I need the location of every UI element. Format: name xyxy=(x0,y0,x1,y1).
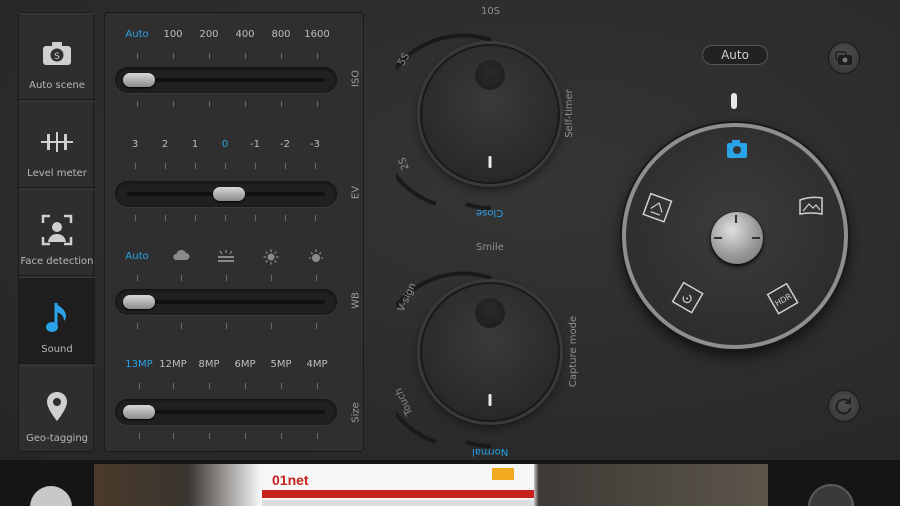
level-meter-icon xyxy=(37,122,77,162)
self-timer-option-10s[interactable]: 10S xyxy=(481,6,500,17)
hdr-icon[interactable]: HDR xyxy=(765,280,803,318)
iso-option[interactable]: 800 xyxy=(271,29,290,40)
iso-option[interactable]: 1600 xyxy=(304,29,329,40)
settings-sidebar: S Auto scene Level meter Face detection … xyxy=(18,12,95,452)
iso-slider-handle[interactable] xyxy=(123,73,155,87)
mode-dial[interactable]: HDR xyxy=(622,123,848,349)
iso-setting: Auto 100 200 400 800 1600 ISO xyxy=(105,13,365,123)
ev-option[interactable]: -2 xyxy=(280,139,290,150)
sidebar-item-geo-tagging[interactable]: Geo-tagging xyxy=(19,365,95,452)
iso-ticks xyxy=(117,53,329,63)
size-slider[interactable] xyxy=(115,399,337,425)
music-note-icon xyxy=(37,298,77,338)
sidebar-item-auto-scene[interactable]: S Auto scene xyxy=(19,13,95,100)
size-options: 13MP 12MP 8MP 6MP 5MP 4MP xyxy=(117,359,329,375)
switch-camera-icon xyxy=(835,51,852,65)
camera-settings-screen: S Auto scene Level meter Face detection … xyxy=(0,0,900,460)
sidebar-item-label: Auto scene xyxy=(29,80,85,91)
iso-option[interactable]: 400 xyxy=(235,29,254,40)
portrait-icon[interactable] xyxy=(640,191,676,227)
switch-camera-button[interactable] xyxy=(828,42,860,74)
ev-option[interactable]: -1 xyxy=(250,139,260,150)
ev-slider[interactable] xyxy=(115,181,337,207)
size-option[interactable]: 13MP xyxy=(125,359,152,370)
self-timer-option-close[interactable]: Close xyxy=(476,207,503,218)
sidebar-item-label: Sound xyxy=(41,344,73,355)
incandescent-icon[interactable] xyxy=(308,249,324,268)
sidebar-item-sound[interactable]: Sound xyxy=(19,277,95,364)
size-option[interactable]: 6MP xyxy=(234,359,255,370)
size-slider-handle[interactable] xyxy=(123,405,155,419)
wb-options: Auto xyxy=(117,249,329,268)
iso-slider[interactable] xyxy=(115,67,337,93)
wb-setting: Auto WB xyxy=(105,235,365,345)
camera-scene-icon: S xyxy=(37,34,77,74)
face-detection-icon xyxy=(37,210,77,250)
ev-slider-handle[interactable] xyxy=(213,187,245,201)
capture-mode-option-smile[interactable]: Smile xyxy=(476,242,504,253)
capture-mode-option-normal[interactable]: Normal xyxy=(472,446,508,457)
ev-options: 3 2 1 0 -1 -2 -3 xyxy=(117,139,329,155)
sidebar-item-level-meter[interactable]: Level meter xyxy=(19,101,95,188)
auto-mode-button[interactable]: Auto xyxy=(702,45,768,65)
sun-icon[interactable] xyxy=(263,249,279,268)
size-label: Size xyxy=(350,402,362,423)
ev-setting: 3 2 1 0 -1 -2 -3 EV xyxy=(105,123,365,233)
iso-options: Auto 100 200 400 800 1600 xyxy=(117,29,329,45)
size-option[interactable]: 4MP xyxy=(306,359,327,370)
sidebar-item-label: Geo-tagging xyxy=(25,433,89,444)
wb-slider[interactable] xyxy=(115,289,337,315)
capture-mode-dial[interactable] xyxy=(420,282,560,422)
iso-option[interactable]: 100 xyxy=(163,29,182,40)
self-timer-label: Self-timer xyxy=(563,89,575,138)
settings-panel: Auto 100 200 400 800 1600 ISO 3 2 1 0 -1… xyxy=(104,12,364,452)
size-option[interactable]: 8MP xyxy=(198,359,219,370)
mode-indicator xyxy=(731,93,737,109)
iso-option[interactable]: 200 xyxy=(199,29,218,40)
reset-icon xyxy=(835,398,852,415)
cloud-icon[interactable] xyxy=(172,249,190,264)
wb-label: WB xyxy=(350,292,362,309)
preview-site-logo: 01net xyxy=(272,472,309,488)
sidebar-item-face-detection[interactable]: Face detection xyxy=(19,189,95,276)
sidebar-item-label: Face detection xyxy=(20,256,94,267)
size-option[interactable]: 12MP xyxy=(159,359,186,370)
fluorescent-icon[interactable] xyxy=(217,249,235,266)
timelapse-icon[interactable] xyxy=(669,280,707,318)
size-setting: 13MP 12MP 8MP 6MP 5MP 4MP Size xyxy=(105,343,365,453)
wb-slider-handle[interactable] xyxy=(123,295,155,309)
size-option[interactable]: 5MP xyxy=(270,359,291,370)
capture-mode-label: Capture mode xyxy=(568,315,580,388)
hdr-text: HDR xyxy=(773,291,793,308)
reset-button[interactable] xyxy=(828,390,860,422)
preview-webpage: 01net xyxy=(262,464,534,506)
ev-label: EV xyxy=(350,185,362,200)
self-timer-dial[interactable] xyxy=(420,44,560,184)
svg-text:S: S xyxy=(54,52,60,62)
sidebar-item-label: Level meter xyxy=(27,168,87,179)
camera-icon[interactable] xyxy=(725,137,753,165)
panorama-icon[interactable] xyxy=(798,195,826,223)
ev-option[interactable]: 2 xyxy=(162,139,168,150)
iso-option[interactable]: Auto xyxy=(125,29,148,40)
ev-option[interactable]: 1 xyxy=(192,139,198,150)
iso-label: ISO xyxy=(350,69,362,88)
mode-dial-knob[interactable] xyxy=(711,212,763,264)
ev-option[interactable]: 0 xyxy=(222,139,228,150)
wb-option-auto[interactable]: Auto xyxy=(125,251,148,262)
camera-preview: 01net xyxy=(94,464,768,506)
location-pin-icon xyxy=(37,387,77,427)
ev-option[interactable]: 3 xyxy=(132,139,138,150)
ev-option[interactable]: -3 xyxy=(310,139,320,150)
